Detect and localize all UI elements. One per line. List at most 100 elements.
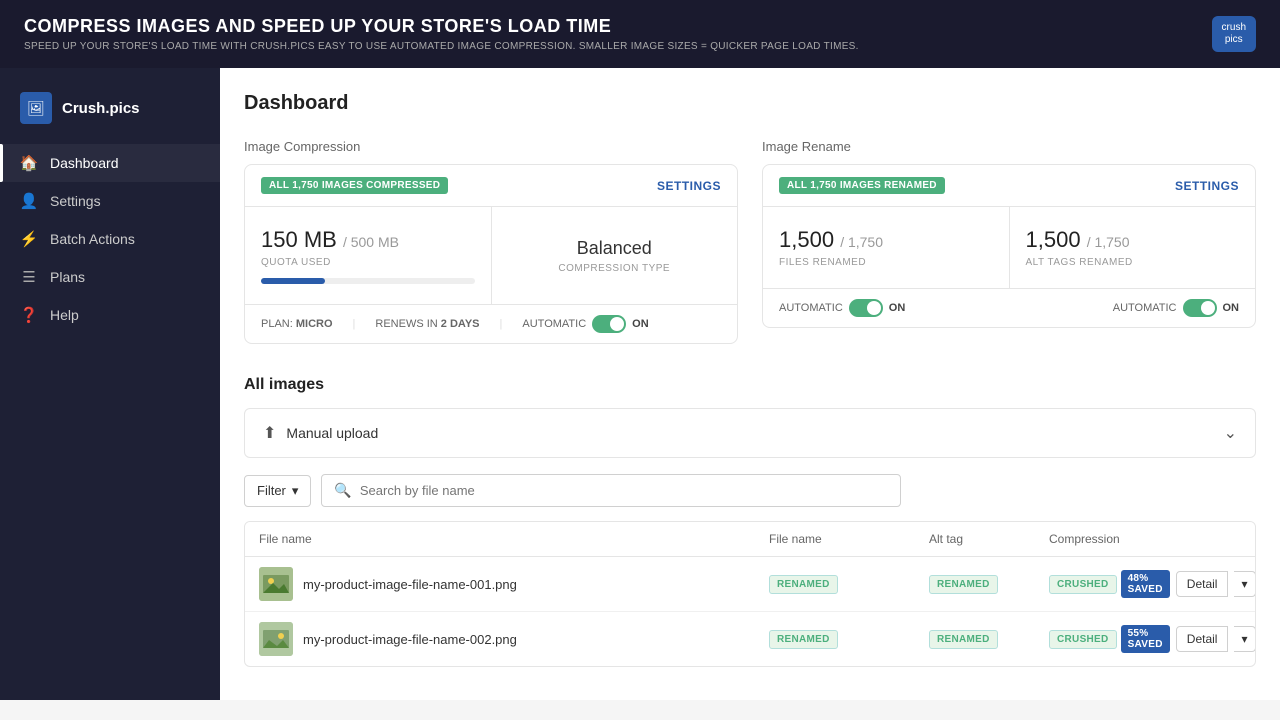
renamed-badge-1: RENAMED (769, 575, 838, 594)
saved-badge-1: 48% SAVED (1121, 570, 1170, 598)
detail-arrow-button-2[interactable]: ▾ (1234, 626, 1255, 652)
search-input[interactable] (360, 483, 889, 498)
top-logo: crush pics (1212, 16, 1256, 52)
renews-info: RENEWS IN 2 DAYS (375, 318, 479, 330)
sidebar-label-dashboard: Dashboard (50, 155, 119, 171)
image-compression-card: ALL 1,750 IMAGES COMPRESSED SETTINGS 150… (244, 164, 738, 344)
files-renamed-label: FILES RENAMED (779, 257, 866, 268)
rename-auto-toggle2[interactable] (1183, 299, 1217, 317)
logo-line2: pics (1222, 34, 1246, 46)
alt-badge-1: RENAMED (929, 575, 998, 594)
rename-auto-toggle-wrap2: AUTOMATIC ON (1113, 299, 1239, 317)
crushed-badge-1: CRUSHED (1049, 575, 1117, 594)
compression-card-header: ALL 1,750 IMAGES COMPRESSED SETTINGS (245, 165, 737, 207)
banner-title: COMPRESS IMAGES AND SPEED UP YOUR STORE'… (24, 16, 859, 37)
compression-badges-2: CRUSHED 55% SAVED (1049, 625, 1170, 653)
col-filename: File name (245, 522, 755, 556)
sidebar-item-dashboard[interactable]: 🏠 Dashboard (0, 144, 220, 182)
search-wrap: 🔍 (321, 474, 901, 507)
sidebar: 🖼 Crush.pics 🏠 Dashboard 👤 Settings ⚡ Ba… (0, 68, 220, 700)
image-rename-label: Image Rename (762, 139, 1256, 154)
image-compression-label: Image Compression (244, 139, 738, 154)
filter-button[interactable]: Filter ▾ (244, 475, 311, 507)
auto-label: AUTOMATIC (522, 318, 586, 330)
settings-icon: 👤 (20, 192, 38, 210)
content-area: Dashboard Image Compression ALL 1,750 IM… (220, 68, 1280, 700)
manual-upload-label: Manual upload (286, 425, 378, 441)
alt-badge-2: RENAMED (929, 630, 998, 649)
alt-tags-stat: 1,500 / 1,750 ALT TAGS RENAMED (1010, 207, 1256, 288)
rename-card-footer: AUTOMATIC ON AUTOMATIC ON (763, 288, 1255, 327)
all-images-title: All images (244, 376, 1256, 394)
auto-toggle-wrap: AUTOMATIC ON (522, 315, 648, 333)
col-renamed: File name (755, 522, 915, 556)
compression-settings-link[interactable]: SETTINGS (657, 179, 721, 193)
toggle-on-label: ON (632, 318, 649, 330)
search-icon: 🔍 (334, 482, 351, 499)
rename-auto-toggle-wrap1: AUTOMATIC ON (779, 299, 905, 317)
upload-icon: ⬆ (263, 423, 276, 443)
auto-toggle[interactable] (592, 315, 626, 333)
image-compression-block: Image Compression ALL 1,750 IMAGES COMPR… (244, 139, 738, 344)
compression-type-stat: Balanced COMPRESSION TYPE (492, 207, 738, 304)
image-rename-card: ALL 1,750 IMAGES RENAMED SETTINGS 1,500 … (762, 164, 1256, 328)
filename-1: my-product-image-file-name-001.png (303, 577, 517, 592)
rename-toggle-label2: ON (1223, 302, 1240, 314)
sidebar-brand-name: Crush.pics (62, 100, 140, 117)
compression-card-footer: PLAN: MICRO | RENEWS IN 2 DAYS | AUTOMAT… (245, 304, 737, 343)
detail-button-1[interactable]: Detail (1176, 571, 1229, 597)
cell-alt-2: RENAMED (915, 620, 1035, 659)
plan-info: PLAN: MICRO (261, 318, 333, 330)
page-title: Dashboard (244, 92, 1256, 115)
renamed-badge-2: RENAMED (769, 630, 838, 649)
sidebar-item-help[interactable]: ❓ Help (0, 296, 220, 334)
manual-upload-bar[interactable]: ⬆ Manual upload ⌄ (244, 408, 1256, 458)
quota-stat: 150 MB / 500 MB QUOTA USED (245, 207, 492, 304)
detail-button-2[interactable]: Detail (1176, 626, 1229, 652)
cell-compression-2: CRUSHED 55% SAVED Detail ▾ (1035, 615, 1255, 663)
rename-settings-link[interactable]: SETTINGS (1175, 179, 1239, 193)
sidebar-item-plans[interactable]: ☰ Plans (0, 258, 220, 296)
help-icon: ❓ (20, 306, 38, 324)
sidebar-item-batch-actions[interactable]: ⚡ Batch Actions (0, 220, 220, 258)
logo-line1: crush (1222, 22, 1246, 34)
image-rename-block: Image Rename ALL 1,750 IMAGES RENAMED SE… (762, 139, 1256, 344)
home-icon: 🏠 (20, 154, 38, 172)
col-compression: Compression (1035, 522, 1255, 556)
alt-tags-value: 1,500 / 1,750 (1026, 227, 1130, 253)
compression-badge: ALL 1,750 IMAGES COMPRESSED (261, 177, 448, 194)
quota-value: 150 MB / 500 MB (261, 227, 399, 253)
table-header: File name File name Alt tag Compression (245, 522, 1255, 557)
manual-upload-left: ⬆ Manual upload (263, 423, 378, 443)
images-table: File name File name Alt tag Compression (244, 521, 1256, 667)
banner-text: COMPRESS IMAGES AND SPEED UP YOUR STORE'… (24, 16, 859, 52)
rename-card-body: 1,500 / 1,750 FILES RENAMED 1,500 / 1,75… (763, 207, 1255, 288)
file-thumb-2 (259, 622, 293, 656)
sidebar-label-batch: Batch Actions (50, 231, 135, 247)
main-layout: 🖼 Crush.pics 🏠 Dashboard 👤 Settings ⚡ Ba… (0, 68, 1280, 700)
cell-filename-2: my-product-image-file-name-002.png (245, 612, 755, 666)
rename-toggle-label1: ON (889, 302, 906, 314)
rename-auto-label2: AUTOMATIC (1113, 302, 1177, 314)
sections-row: Image Compression ALL 1,750 IMAGES COMPR… (244, 139, 1256, 344)
detail-arrow-button-1[interactable]: ▾ (1234, 571, 1255, 597)
cell-compression-1: CRUSHED 48% SAVED Detail ▾ (1035, 560, 1255, 608)
cell-filename-1: my-product-image-file-name-001.png (245, 557, 755, 611)
rename-auto-toggle1[interactable] (849, 299, 883, 317)
batch-icon: ⚡ (20, 230, 38, 248)
sidebar-label-settings: Settings (50, 193, 101, 209)
top-banner: COMPRESS IMAGES AND SPEED UP YOUR STORE'… (0, 0, 1280, 68)
cell-renamed-1: RENAMED (755, 565, 915, 604)
filter-row: Filter ▾ 🔍 (244, 474, 1256, 507)
compression-type-label: COMPRESSION TYPE (558, 263, 670, 274)
cell-renamed-2: RENAMED (755, 620, 915, 659)
alt-tags-label: ALT TAGS RENAMED (1026, 257, 1133, 268)
files-renamed-stat: 1,500 / 1,750 FILES RENAMED (763, 207, 1010, 288)
sidebar-item-settings[interactable]: 👤 Settings (0, 182, 220, 220)
plans-icon: ☰ (20, 268, 38, 286)
filename-2: my-product-image-file-name-002.png (303, 632, 517, 647)
cell-alt-1: RENAMED (915, 565, 1035, 604)
compression-type-value: Balanced (577, 238, 652, 259)
sidebar-brand: 🖼 Crush.pics (0, 84, 220, 144)
rename-auto-label1: AUTOMATIC (779, 302, 843, 314)
